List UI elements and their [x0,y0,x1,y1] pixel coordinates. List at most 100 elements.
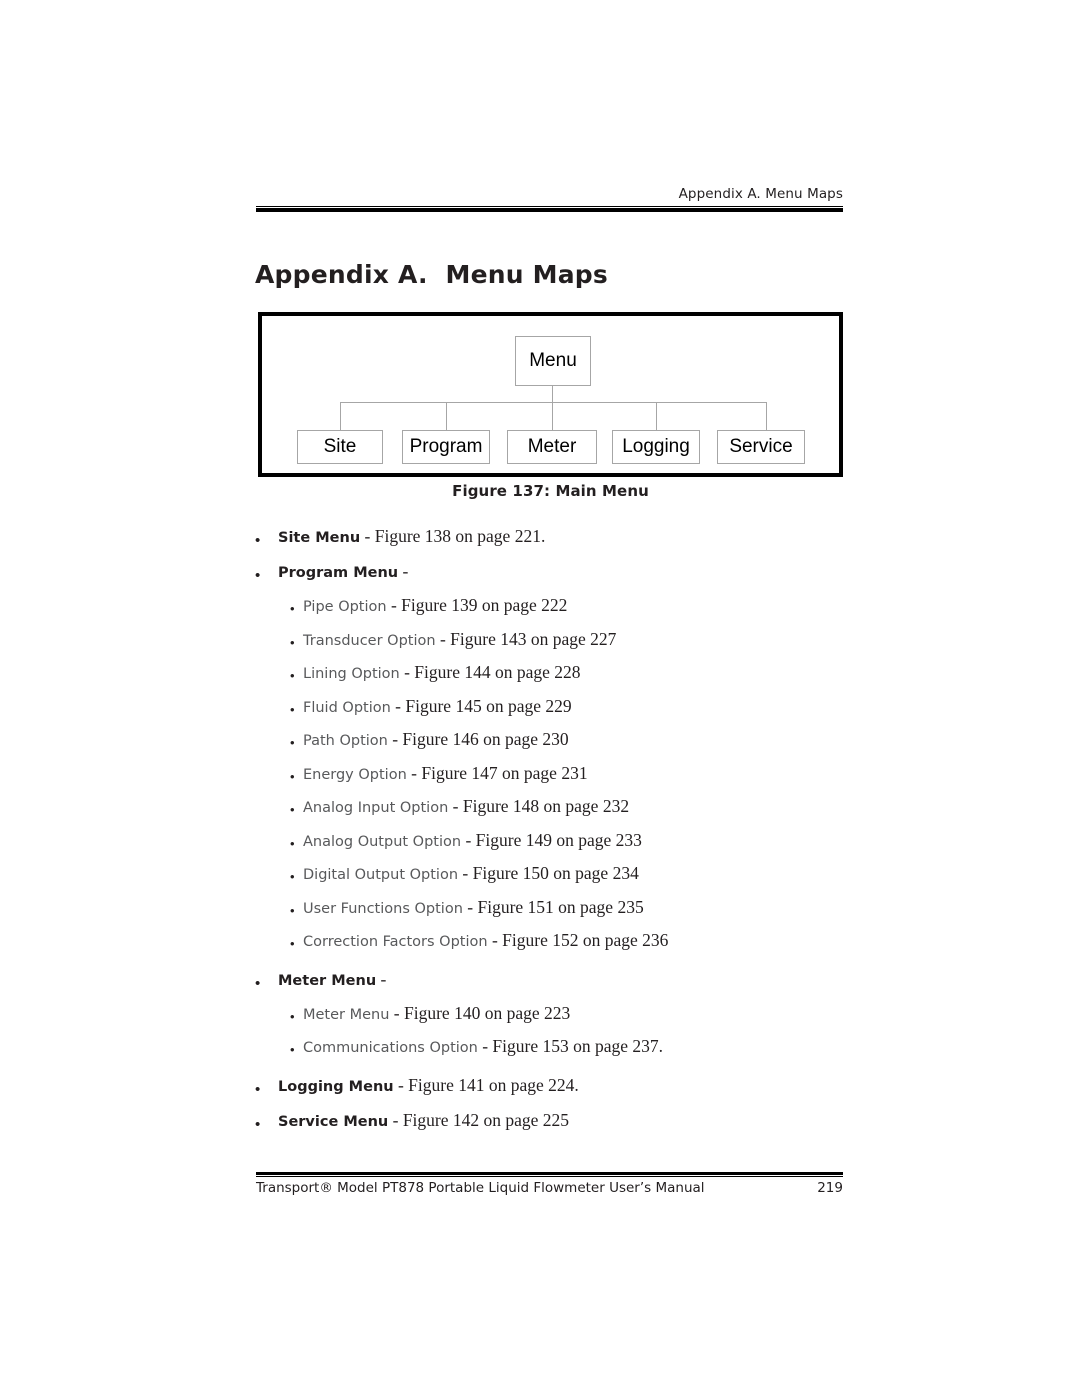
document-page: Appendix A. Menu Maps Appendix A. Menu M… [0,0,1080,1397]
list-item-reference: - Figure 140 on page 223 [389,1002,571,1023]
list-item-label: Correction Factors Option [303,934,488,950]
list-item-label: Energy Option [303,766,407,783]
list-item-label: User Functions Option [303,900,463,917]
list-item-text: Energy Option - Figure 147 on page 231 [252,762,852,784]
list-item-reference: - Figure 149 on page 233 [461,829,642,850]
list-item: • Analog Output Option - Figure 149 on pa… [252,829,852,863]
footer-rule [256,1172,843,1177]
node-meter: Meter [507,430,597,464]
list-item: • Communications Option - Figure 153 on p… [252,1035,852,1069]
list-item-reference: - [398,561,409,581]
list-item-label: Meter Menu [303,1006,390,1023]
list-item: • Lining Option - Figure 144 on page 228 [252,661,852,695]
list-item-reference: - Figure 147 on page 231 [406,762,588,783]
list-item-reference: - Figure 144 on page 228 [399,662,581,682]
list-item-text: Pipe Option - Figure 139 on page 222 [252,594,852,616]
list-item-label: Analog Output Option [303,833,462,850]
list-item-reference: - Figure 139 on page 222 [386,595,568,615]
list-item-reference: - Figure 142 on page 225 [388,1109,570,1130]
list-item: • Logging Menu - Figure 141 on page 224. [252,1073,852,1108]
list-item-label: Logging Menu [278,1078,394,1095]
bullet-icon: • [290,735,295,750]
list-item-label: Service Menu [278,1113,389,1130]
node-logging: Logging [612,430,700,464]
connector-horizontal-bus [340,402,766,403]
connector-stub-service [766,402,767,430]
page-title: Appendix A. Menu Maps [255,259,608,289]
bullet-icon: • [290,634,295,650]
list-item-reference: - Figure 152 on page 236 [487,930,669,950]
list-item-text: Site Menu - Figure 138 on page 221. [252,524,852,547]
list-item: • Meter Menu - [252,967,852,1002]
bullet-icon: • [255,532,261,549]
list-item-reference: - Figure 148 on page 232 [448,796,630,816]
list-item: • User Functions Option - Figure 151 on p… [252,896,852,930]
footer-rule-thin [256,1176,843,1177]
footer-page-number: 219 [817,1180,843,1196]
list-item-label: Lining Option [303,666,400,682]
list-item: • Service Menu - Figure 142 on page 225 [252,1108,852,1143]
list-item-text: Meter Menu - [252,967,852,990]
list-item-label: Analog Input Option [303,800,449,816]
list-item-reference: - Figure 151 on page 235 [462,896,644,917]
connector-stub-site [340,402,341,430]
list-item-reference: - Figure 145 on page 229 [390,695,572,716]
list-item-label: Site Menu [278,530,361,546]
list-item-label: Communications Option [303,1040,478,1056]
running-header: Appendix A. Menu Maps [678,186,843,202]
bullet-icon: • [255,1115,261,1133]
list-item-reference: - Figure 150 on page 234 [458,863,639,883]
footer-manual-title: Transport® Model PT878 Portable Liquid F… [256,1180,705,1196]
header-rule-thin [256,206,843,207]
list-item-reference: - Figure 138 on page 221. [360,526,546,546]
list-item-reference: - Figure 153 on page 237. [477,1036,664,1056]
list-item-text: Analog Input Option - Figure 148 on page… [252,795,852,817]
list-item-text: Communications Option - Figure 153 on pa… [252,1035,852,1057]
figure-main-menu-diagram: Menu Site Program Meter Logging Service [258,312,843,477]
list-item-label: Meter Menu [278,972,377,989]
menu-reference-list: • Site Menu - Figure 138 on page 221. • Pro… [252,524,852,1143]
bullet-icon: • [255,974,261,992]
list-item: • Pipe Option - Figure 139 on page 222 [252,594,852,628]
list-item: • Meter Menu - Figure 140 on page 223 [252,1002,852,1036]
list-item: • Energy Option - Figure 147 on page 231 [252,762,852,796]
list-item: • Correction Factors Option - Figure 152 … [252,929,852,963]
list-item: • Fluid Option - Figure 145 on page 229 [252,695,852,729]
figure-caption: Figure 137: Main Menu [452,482,649,500]
node-site: Site [297,430,383,464]
list-item-text: Program Menu - [252,559,852,582]
list-item-label: Fluid Option [303,699,391,716]
list-item-label: Transducer Option [303,632,436,649]
bullet-icon: • [290,668,295,683]
connector-stub-meter [552,402,553,430]
list-item-reference: - Figure 143 on page 227 [435,628,617,649]
connector-stub-program [446,402,447,430]
header-rule [256,206,843,212]
bullet-icon: • [290,601,295,616]
list-item-text: Analog Output Option - Figure 149 on pag… [252,829,852,851]
bullet-icon: • [255,567,261,584]
list-item: • Program Menu - [252,559,852,594]
connector-stub-logging [656,402,657,430]
bullet-icon: • [290,802,295,817]
list-item-text: Logging Menu - Figure 141 on page 224. [252,1073,852,1096]
bullet-icon: • [290,869,295,884]
list-item-text: Digital Output Option - Figure 150 on pa… [252,862,852,884]
list-item-label: Pipe Option [303,599,387,615]
list-item-text: Service Menu - Figure 142 on page 225 [252,1108,852,1131]
bullet-icon: • [290,835,295,851]
list-item: • Site Menu - Figure 138 on page 221. [252,524,852,559]
header-rule-thick [256,208,843,212]
node-service: Service [717,430,805,464]
list-item: • Transducer Option - Figure 143 on page … [252,628,852,662]
list-item-reference: - Figure 141 on page 224. [393,1074,579,1095]
bullet-icon: • [255,1080,261,1098]
list-item-label: Digital Output Option [303,867,459,883]
list-item-reference: - Figure 146 on page 230 [387,729,569,749]
bullet-icon: • [290,1008,295,1024]
list-item-text: Fluid Option - Figure 145 on page 229 [252,695,852,717]
bullet-icon: • [290,768,295,784]
list-item-reference: - [376,968,387,989]
list-item: • Path Option - Figure 146 on page 230 [252,728,852,762]
list-item-label: Program Menu [278,565,399,581]
